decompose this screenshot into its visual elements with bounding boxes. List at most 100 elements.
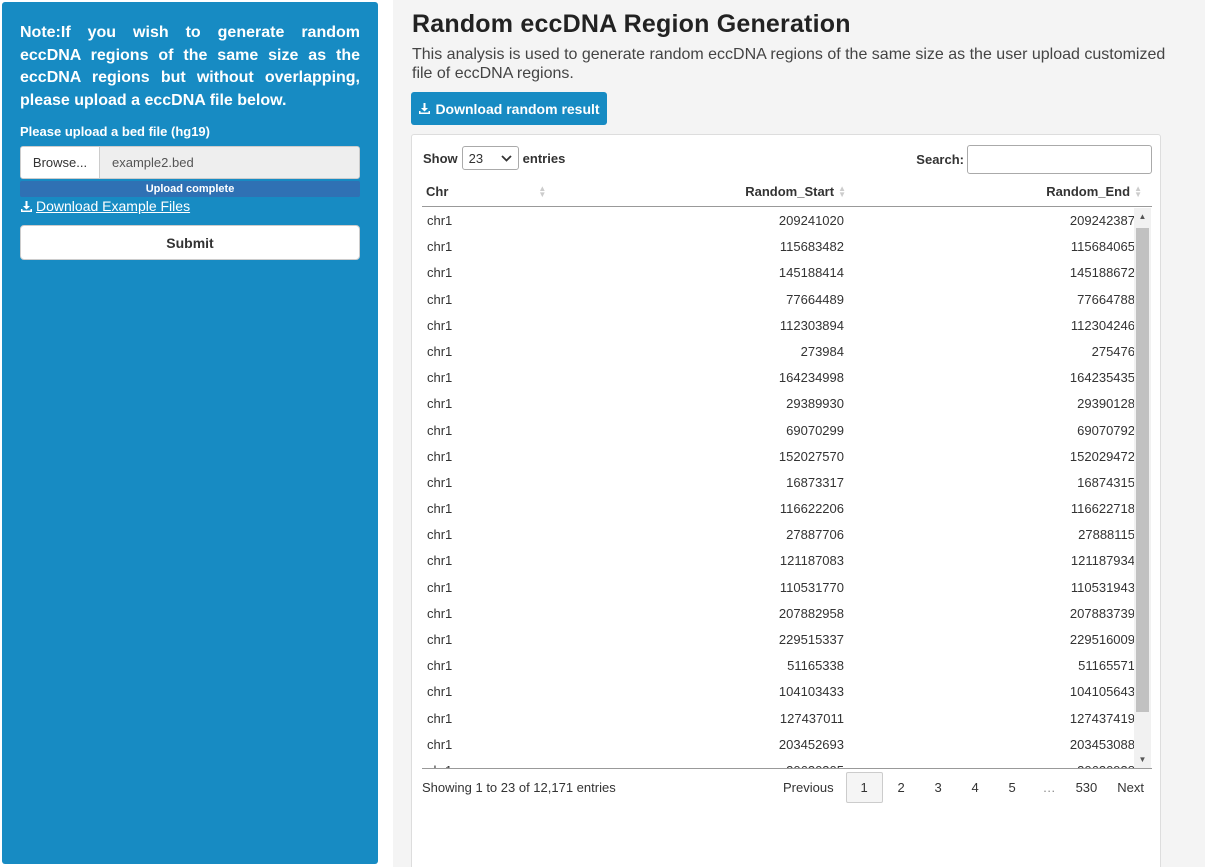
cell-chr: chr1 [427,265,453,281]
table-row: chr1 273984 275476 [422,339,1152,365]
cell-random-start: 115683482 [779,239,844,255]
column-label: Random_Start [745,184,835,199]
table-row: chr1 77664489 77664788 [422,287,1152,313]
cell-chr: chr1 [427,370,453,386]
page-button-5[interactable]: 5 [994,772,1031,803]
cell-random-start: 145188414 [778,265,844,281]
next-button[interactable]: Next [1109,772,1152,803]
sidebar-panel: Note:If you wish to generate random eccD… [2,2,378,864]
download-icon [21,200,32,212]
cell-random-end: 110531943 [1070,579,1135,595]
entries-select[interactable]: 23 [461,146,519,170]
cell-chr: chr1 [427,579,453,595]
column-label: Random_End [1046,184,1131,199]
cell-chr: chr1 [427,605,453,621]
table-row: chr12062030520620938 [422,758,1152,768]
column-label: Chr [426,184,449,199]
cell-chr: chr1 [427,474,453,490]
table-header: Chr ▲ ▼ Random_Start ▲ ▼ Random_End ▲ ▼ [422,179,1152,207]
page-button-1[interactable]: 1 [845,772,883,803]
cell-random-start: 110531770 [779,579,844,595]
cell-random-start: 152027570 [778,448,844,464]
cell-random-end: 16874315 [1077,474,1135,490]
cell-chr: chr1 [427,343,453,359]
search-input[interactable] [967,145,1152,174]
cell-random-start: 229515337 [778,632,844,647]
scroll-up-arrow-icon[interactable]: ▲ [1134,212,1151,221]
download-example-link[interactable]: Download Example Files [20,198,190,214]
data-table: Show 23 entries Search: Chr ▲ ▼ Random_St… [411,134,1161,867]
table-row: chr1 29389930 29390128 [422,391,1152,417]
page-title: Random eccDNA Region Generation [412,10,851,38]
cell-chr: chr1 [427,448,453,464]
table-row: chr1 209241020 209242387 [422,208,1152,234]
table-row: chr1 110531770 110531943 [422,575,1152,601]
page-ellipsis: … [1042,780,1056,795]
file-input-group: Browse... example2.bed [20,146,360,179]
download-result-label: Download random result [435,100,600,117]
cell-random-end: 116622718 [1070,501,1135,517]
column-header-random-start[interactable]: Random_Start ▲ ▼ [745,184,846,199]
entries-label: entries [522,150,566,166]
cell-random-start: 77664489 [786,291,844,307]
cell-chr: chr1 [427,501,453,517]
table-row: chr1 27887706 27888115 [422,522,1152,548]
table-body: chr1 209241020 209242387 chr1 115683482 11568… [422,208,1152,768]
cell-random-end: 27888115 [1078,527,1135,543]
page-button-3[interactable]: 3 [920,772,957,803]
cell-random-start: 273984 [800,343,844,359]
chevron-down-icon [501,154,512,162]
cell-random-end: 115684065 [1070,239,1135,255]
cell-random-end: 145188672 [1069,265,1135,281]
submit-button[interactable]: Submit [20,225,360,260]
sort-icon: ▲ ▼ [1134,183,1142,199]
cell-random-end: 229516009 [1069,632,1135,647]
table-row: chr1 16873317 16874315 [422,470,1152,496]
cell-random-start: 112303894 [779,317,844,333]
cell-chr: chr1 [427,239,453,255]
download-example-label: Download Example Files [36,198,191,214]
pagination: Previous 1 2 3 4 5 … 530 Next [775,772,1152,803]
cell-chr: chr1 [427,632,453,647]
page-button-530[interactable]: 530 [1068,772,1106,803]
cell-random-end: 77664788 [1077,291,1135,307]
table-row: chr1 112303894 112304246 [422,313,1152,339]
table-info: Showing 1 to 23 of 12,171 entries [422,780,616,795]
browse-button[interactable]: Browse... [21,147,100,178]
cell-random-start: 121187083 [779,553,844,569]
cell-random-end: 203453088 [1069,736,1135,752]
scroll-down-arrow-icon[interactable]: ▼ [1134,755,1151,764]
table-row: chr1 116622206 116622718 [422,496,1152,522]
cell-chr: chr1 [427,553,453,569]
cell-chr: chr1 [427,658,453,674]
upload-progress-bar: Upload complete [20,181,360,197]
table-scrollbar[interactable]: ▲ ▼ [1134,208,1151,768]
cell-chr: chr1 [427,736,453,752]
cell-chr: chr1 [427,213,453,228]
cell-random-start: 209241020 [778,213,844,228]
table-row: chr1 69070299 69070792 [422,418,1152,444]
search-control: Search: [916,145,1152,174]
cell-random-end: 121187934 [1070,553,1135,569]
cell-chr: chr1 [427,291,453,307]
cell-random-start: 207882958 [778,605,844,621]
cell-random-start: 127437011 [779,710,844,726]
cell-random-start: 203452693 [778,736,844,752]
scroll-thumb[interactable] [1136,228,1149,712]
cell-random-end: 51165571 [1078,658,1135,674]
previous-button[interactable]: Previous [775,772,842,803]
table-row: chr1 145188414 145188672 [422,260,1152,286]
download-result-button[interactable]: Download random result [411,92,607,125]
download-icon [419,103,431,114]
entries-value: 23 [468,150,484,166]
note-text: Note:If you wish to generate random eccD… [20,24,360,109]
main-panel: Random eccDNA Region Generation This ana… [393,0,1205,867]
page-button-4[interactable]: 4 [957,772,994,803]
cell-random-start: 69070299 [786,422,844,438]
column-header-random-end[interactable]: Random_End ▲ ▼ [1046,184,1142,199]
cell-chr: chr1 [427,684,453,700]
table-row: chr1 203452693 203453088 [422,732,1152,758]
page-button-2[interactable]: 2 [883,772,920,803]
column-header-chr[interactable]: Chr ▲ ▼ [426,184,546,199]
page-length-control: Show 23 entries [423,146,565,170]
